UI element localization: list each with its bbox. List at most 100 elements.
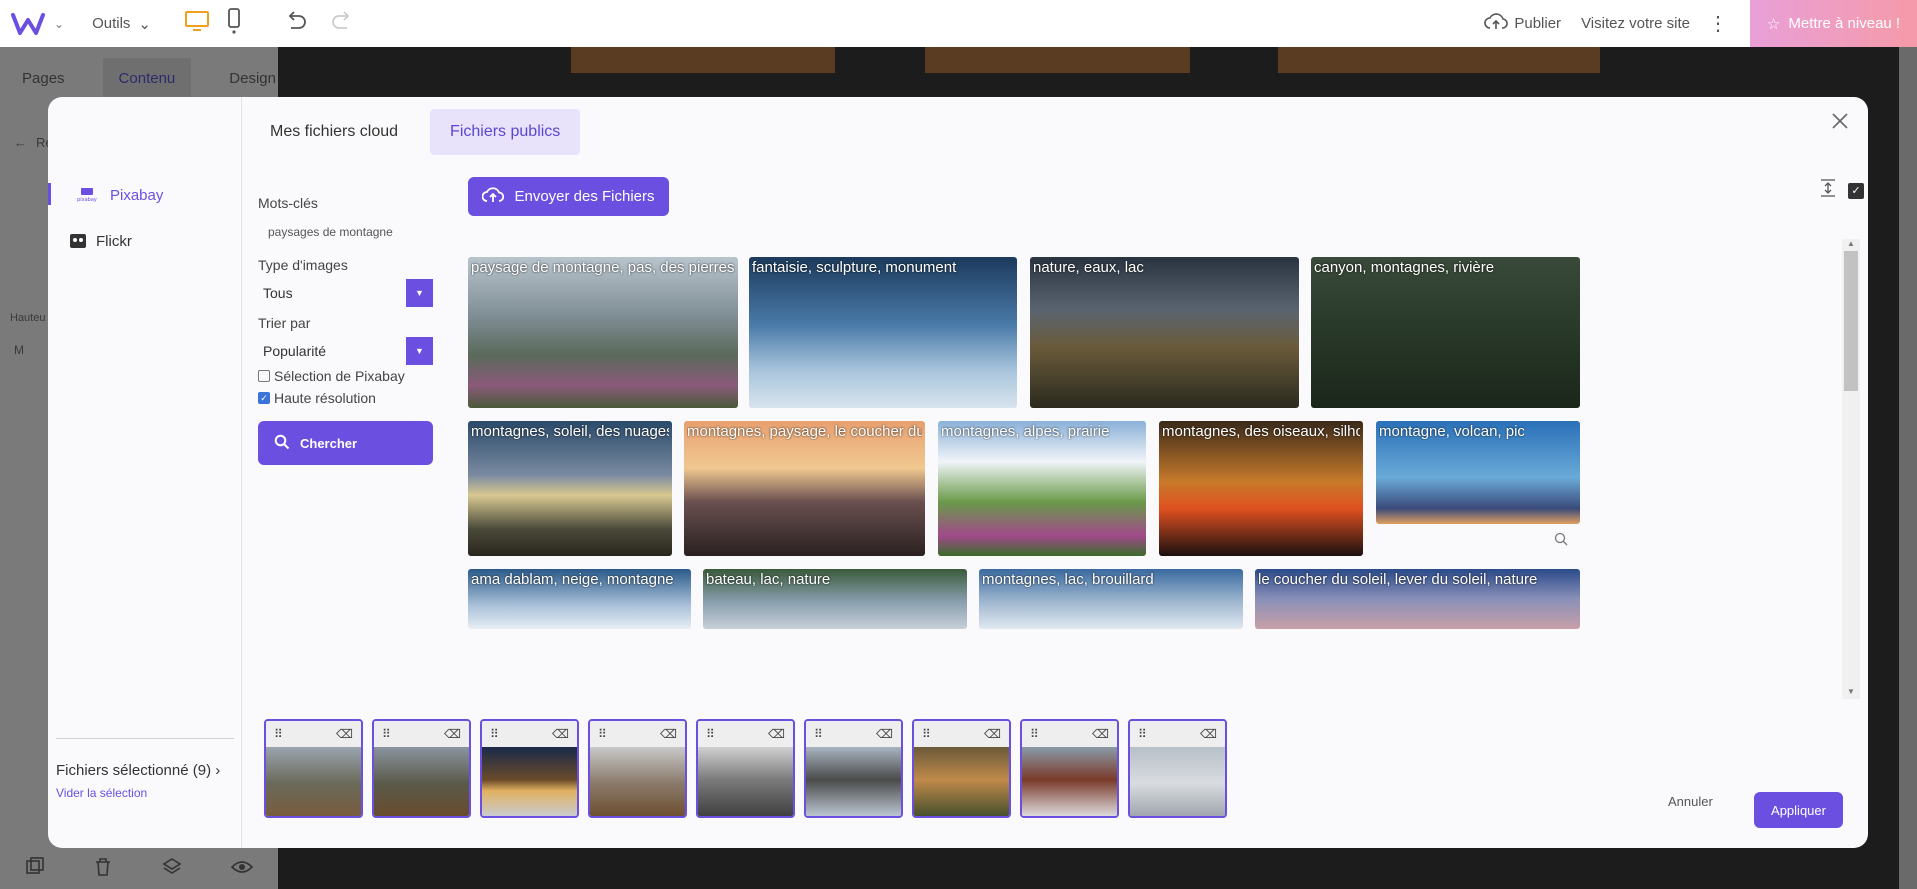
selected-thumbnail[interactable]: ⠿ ⌫: [696, 719, 795, 818]
eraser-icon[interactable]: ⌫: [984, 727, 1001, 741]
drag-handle-icon[interactable]: ⠿: [490, 727, 499, 741]
image-caption: montagnes, paysage, le coucher du soleil: [687, 423, 922, 440]
add-page-icon[interactable]: [25, 856, 45, 882]
app-logo[interactable]: [6, 0, 50, 47]
drag-handle-icon[interactable]: ⠿: [1030, 727, 1039, 741]
selected-thumbnail[interactable]: ⠿ ⌫: [588, 719, 687, 818]
close-icon[interactable]: [1828, 109, 1852, 133]
scroll-down-icon[interactable]: ▼: [1842, 687, 1860, 699]
dropdown-arrow-icon: ▼: [406, 337, 433, 365]
pixabay-logo-icon: pixabay: [74, 187, 100, 203]
drag-handle-icon[interactable]: ⠿: [382, 727, 391, 741]
mobile-view-icon[interactable]: [227, 8, 241, 39]
selected-thumbnail[interactable]: ⠿ ⌫: [372, 719, 471, 818]
tab-public-files[interactable]: Fichiers publics: [430, 109, 581, 155]
image-tile[interactable]: le coucher du soleil, lever du soleil, n…: [1255, 569, 1580, 629]
drag-handle-icon[interactable]: ⠿: [598, 727, 607, 741]
eraser-icon[interactable]: ⌫: [444, 727, 461, 741]
clear-selection-link[interactable]: Vider la sélection: [56, 786, 147, 800]
eraser-icon[interactable]: ⌫: [552, 727, 569, 741]
high-resolution-checkbox[interactable]: ✓ Haute résolution: [258, 387, 433, 409]
provider-flickr[interactable]: Flickr: [48, 227, 132, 255]
image-type-select[interactable]: Tous ▼: [258, 279, 433, 307]
expand-vertical-icon[interactable]: [1820, 179, 1836, 202]
image-tile[interactable]: ama dablam, neige, montagne: [468, 569, 691, 629]
preview-block: [925, 47, 1190, 73]
provider-label: Pixabay: [110, 186, 164, 204]
redo-icon[interactable]: [331, 11, 353, 36]
cancel-button[interactable]: Annuler: [1668, 794, 1713, 809]
upgrade-button[interactable]: ☆ Mettre à niveau !: [1750, 0, 1917, 47]
eye-icon[interactable]: [231, 859, 254, 880]
more-options-icon[interactable]: ⋮: [1708, 14, 1728, 34]
selected-thumbnail[interactable]: ⠿ ⌫: [1128, 719, 1227, 818]
drag-handle-icon[interactable]: ⠿: [706, 727, 715, 741]
drag-handle-icon[interactable]: ⠿: [274, 727, 283, 741]
preview-scrollbar[interactable]: [1899, 47, 1917, 889]
eraser-icon[interactable]: ⌫: [1092, 727, 1109, 741]
image-tile[interactable]: nature, eaux, lac: [1030, 257, 1299, 408]
zoom-icon[interactable]: [1554, 532, 1568, 551]
upload-files-button[interactable]: Envoyer des Fichiers: [468, 177, 669, 216]
image-tile[interactable]: montagne, volcan, pic: [1376, 421, 1580, 524]
cloud-upload-icon: [482, 186, 505, 208]
image-tile[interactable]: montagnes, paysage, le coucher du soleil: [684, 421, 925, 556]
drag-handle-icon[interactable]: ⠿: [922, 727, 931, 741]
source-tabs: Mes fichiers cloud Fichiers publics: [242, 97, 581, 167]
scrollbar-thumb[interactable]: [1844, 251, 1858, 391]
selected-thumbnail[interactable]: ⠿ ⌫: [912, 719, 1011, 818]
image-tile[interactable]: canyon, montagnes, rivière: [1311, 257, 1580, 408]
tab-design[interactable]: Design: [229, 70, 276, 87]
checkbox-checked-icon: ✓: [258, 392, 270, 404]
image-caption: paysage de montagne, pas, des pierres: [471, 259, 735, 276]
selected-thumbnail[interactable]: ⠿ ⌫: [804, 719, 903, 818]
selected-thumbnail[interactable]: ⠿ ⌫: [480, 719, 579, 818]
eraser-icon[interactable]: ⌫: [768, 727, 785, 741]
image-tile[interactable]: montagnes, lac, brouillard: [979, 569, 1243, 629]
trash-icon[interactable]: [94, 857, 112, 882]
eraser-icon[interactable]: ⌫: [336, 727, 353, 741]
search-icon: [274, 434, 290, 453]
top-bar: ⌄ Outils ⌄ Publier Visitez votre site ⋮ …: [0, 0, 1917, 47]
logo-chevron-down-icon[interactable]: ⌄: [54, 17, 64, 31]
search-button[interactable]: Chercher: [258, 421, 433, 465]
provider-pixabay[interactable]: pixabay Pixabay: [48, 181, 163, 209]
image-tile[interactable]: montagnes, alpes, prairie: [938, 421, 1146, 556]
publish-button[interactable]: Publier: [1484, 12, 1561, 35]
eraser-icon[interactable]: ⌫: [660, 727, 677, 741]
image-caption: montagnes, des oiseaux, silhouette: [1162, 423, 1360, 440]
back-arrow-icon[interactable]: ←: [14, 135, 27, 150]
drag-handle-icon[interactable]: ⠿: [814, 727, 823, 741]
tab-pages[interactable]: Pages: [22, 70, 65, 87]
image-caption: fantaisie, sculpture, monument: [752, 259, 957, 276]
grid-scrollbar[interactable]: ▲ ▼: [1842, 239, 1860, 699]
tools-menu[interactable]: Outils ⌄: [92, 15, 151, 33]
image-tile[interactable]: montagnes, soleil, des nuages: [468, 421, 672, 556]
desktop-view-icon[interactable]: [184, 11, 209, 36]
image-tile[interactable]: bateau, lac, nature: [703, 569, 967, 629]
sort-select[interactable]: Popularité ▼: [258, 337, 433, 365]
selected-files-toggle[interactable]: Fichiers sélectionné (9) ›: [56, 762, 220, 779]
tab-contenu[interactable]: Contenu: [102, 57, 192, 99]
image-tile[interactable]: montagnes, des oiseaux, silhouette: [1159, 421, 1363, 556]
chevron-down-icon: ⌄: [138, 15, 151, 33]
select-all-checkbox[interactable]: ✓: [1848, 182, 1864, 199]
visit-site-link[interactable]: Visitez votre site: [1581, 15, 1690, 32]
scroll-up-icon[interactable]: ▲: [1842, 239, 1860, 251]
drag-handle-icon[interactable]: ⠿: [1138, 727, 1147, 741]
checkbox-box: [258, 370, 270, 382]
eraser-icon[interactable]: ⌫: [1200, 727, 1217, 741]
selected-thumbnail[interactable]: ⠿ ⌫: [1020, 719, 1119, 818]
selected-files-strip: ⠿ ⌫ ⠿ ⌫ ⠿ ⌫ ⠿ ⌫ ⠿ ⌫ ⠿ ⌫ ⠿ ⌫ ⠿ ⌫ ⠿ ⌫: [264, 719, 1227, 819]
image-tile[interactable]: paysage de montagne, pas, des pierres: [468, 257, 738, 408]
selected-thumbnail[interactable]: ⠿ ⌫: [264, 719, 363, 818]
svg-text:pixabay: pixabay: [77, 197, 97, 203]
eraser-icon[interactable]: ⌫: [876, 727, 893, 741]
keywords-input[interactable]: paysages de montagne: [268, 225, 433, 239]
image-tile[interactable]: fantaisie, sculpture, monument: [749, 257, 1017, 408]
layers-icon[interactable]: [162, 857, 182, 882]
pixabay-selection-checkbox[interactable]: Sélection de Pixabay: [258, 365, 433, 387]
apply-button[interactable]: Appliquer: [1754, 792, 1843, 828]
tab-cloud-files[interactable]: Mes fichiers cloud: [250, 109, 418, 155]
undo-icon[interactable]: [285, 11, 307, 36]
